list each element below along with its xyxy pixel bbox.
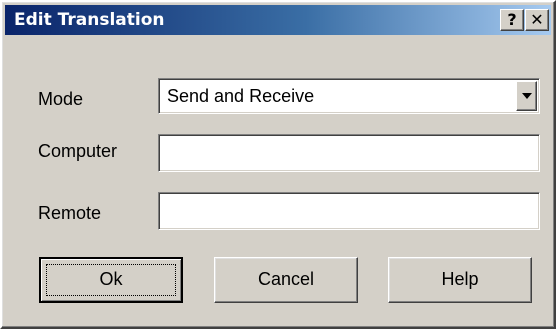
mode-label: Mode <box>38 89 84 109</box>
mode-select-value: Send and Receive <box>167 86 315 106</box>
window-title: Edit Translation <box>14 10 165 30</box>
help-button[interactable]: Help <box>388 257 532 303</box>
remote-field[interactable] <box>158 192 540 230</box>
computer-label: Computer <box>38 141 118 161</box>
chevron-down-icon <box>522 93 532 99</box>
computer-field[interactable] <box>158 134 540 172</box>
help-button-label: Help <box>441 269 479 289</box>
cancel-button-label: Cancel <box>257 269 315 289</box>
title-bar[interactable]: Edit Translation ? ✕ <box>5 5 551 35</box>
close-button[interactable]: ✕ <box>525 9 549 31</box>
cancel-button[interactable]: Cancel <box>214 257 358 303</box>
ok-button-label: Ok <box>99 269 123 289</box>
help-title-button[interactable]: ? <box>500 9 524 31</box>
edit-translation-dialog: Edit Translation ? ✕ Mode Send and Recei… <box>0 0 556 329</box>
remote-label: Remote <box>38 203 102 223</box>
ok-button[interactable]: Ok <box>39 257 183 303</box>
close-icon: ✕ <box>530 10 544 29</box>
mode-select[interactable]: Send and Receive <box>158 78 540 114</box>
mode-dropdown-button[interactable] <box>516 81 537 111</box>
question-mark-icon: ? <box>507 10 517 29</box>
